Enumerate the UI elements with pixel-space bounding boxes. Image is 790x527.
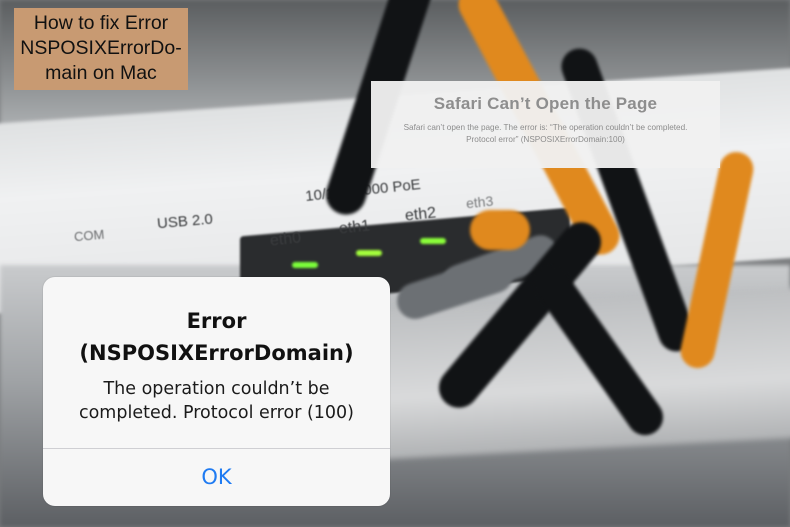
- orange-cable: [470, 210, 530, 250]
- port-led-icon: [356, 250, 382, 256]
- safari-error-title: Safari Can’t Open the Page: [433, 94, 658, 113]
- eth1-label: eth1: [338, 217, 371, 238]
- alert-title-line: (NSPOSIXErrorDomain): [79, 341, 354, 365]
- alert-title: Error (NSPOSIXErrorDomain): [43, 305, 390, 369]
- safari-error-message-line: Protocol error” (NSPOSIXErrorDomain:100): [466, 135, 625, 144]
- eth0-label: eth0: [269, 229, 302, 250]
- title-line: main on Mac: [45, 62, 157, 84]
- ok-button[interactable]: OK: [43, 449, 390, 506]
- alert-message-line: The operation couldn’t be: [103, 379, 330, 399]
- safari-error-page: Safari Can’t Open the Page Safari can’t …: [371, 81, 720, 168]
- port-led-icon: [292, 262, 318, 268]
- article-title-badge: How to fix Error NSPOSIXErrorDo- main on…: [14, 8, 188, 90]
- com-label: COM: [73, 226, 105, 245]
- ios-error-alert: Error (NSPOSIXErrorDomain) The operation…: [43, 277, 390, 506]
- title-line: How to fix Error: [33, 12, 169, 34]
- alert-message: The operation couldn’t be completed. Pro…: [43, 377, 390, 425]
- eth3-label: eth3: [465, 192, 495, 212]
- safari-error-message: Safari can’t open the page. The error is…: [393, 122, 698, 146]
- port-led-icon: [420, 238, 446, 244]
- alert-title-line: Error: [186, 309, 247, 333]
- safari-error-message-line: Safari can’t open the page. The error is…: [403, 123, 688, 132]
- alert-message-line: completed. Protocol error (100): [78, 403, 355, 423]
- eth2-label: eth2: [404, 204, 437, 225]
- title-line: NSPOSIXErrorDo-: [20, 37, 182, 59]
